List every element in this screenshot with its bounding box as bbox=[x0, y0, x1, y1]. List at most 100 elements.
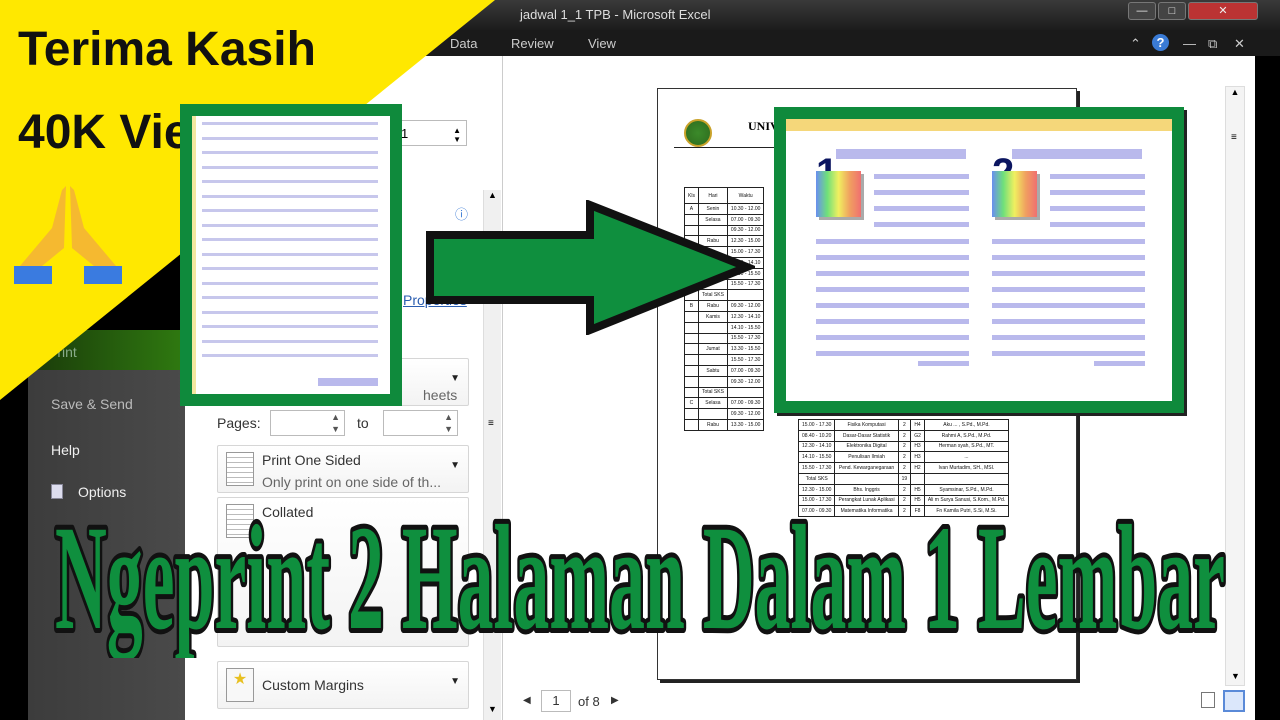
text-line bbox=[918, 361, 969, 366]
current-page-input[interactable]: 1 bbox=[541, 690, 571, 712]
custom-margins-star-icon: ★ bbox=[226, 668, 254, 702]
text-line bbox=[1094, 361, 1145, 366]
pages-from-input[interactable]: ▲ ▼ bbox=[270, 410, 345, 436]
table-cell: 09.30 - 12.00 bbox=[726, 375, 765, 388]
table-cell: Fisika Komputasi bbox=[834, 419, 899, 431]
text-line bbox=[202, 122, 378, 125]
praying-hands-icon bbox=[14, 186, 122, 284]
table-cell bbox=[726, 386, 765, 399]
text-line bbox=[202, 238, 378, 241]
text-line bbox=[1012, 149, 1142, 159]
table-cell: H3 bbox=[910, 451, 925, 464]
text-line bbox=[992, 351, 1145, 356]
headline: Ngeprint 2 Halaman Dalam 1 Lembar bbox=[50, 490, 1230, 658]
table-row: 15.00 - 17.30 Fisika Komputasi 2 H4 Aku ... … bbox=[797, 419, 1010, 431]
text-line bbox=[202, 325, 378, 328]
table-cell: Dasar-Dasar Statistik bbox=[834, 429, 899, 442]
table-cell: Elektronika Digital bbox=[834, 440, 899, 453]
pages-label: Pages: bbox=[217, 415, 261, 431]
table-cell: 2 bbox=[897, 429, 912, 442]
table-cell: 08.40 - 10.20 bbox=[797, 429, 836, 442]
table-cell: 07.00 - 09.30 bbox=[726, 364, 765, 377]
table-cell bbox=[910, 472, 925, 485]
collapse-ribbon-icon[interactable]: ⌃ bbox=[1130, 36, 1141, 52]
text-line bbox=[992, 271, 1145, 276]
sides-dropdown[interactable]: Print One Sided Only print on one side of… bbox=[217, 445, 469, 493]
text-line bbox=[992, 287, 1145, 292]
text-line bbox=[1050, 174, 1145, 179]
table-cell: 12.30 - 14.10 bbox=[797, 440, 836, 453]
text-line bbox=[874, 222, 969, 227]
next-page-button[interactable]: ▶ bbox=[611, 695, 619, 706]
help-icon[interactable]: ? bbox=[1152, 34, 1169, 51]
single-page-icon bbox=[180, 104, 402, 406]
text-line bbox=[992, 255, 1145, 260]
table-row: C Selasa 07.00 - 09.30 bbox=[684, 397, 765, 410]
text-line bbox=[992, 335, 1145, 340]
one-sided-icon bbox=[226, 452, 254, 486]
text-line bbox=[874, 206, 969, 211]
tab-view[interactable]: View bbox=[588, 36, 616, 51]
table-cell: Herman syah, S.Pd., MT. bbox=[923, 440, 1010, 453]
table-cell: C bbox=[684, 397, 699, 410]
text-line bbox=[992, 303, 1145, 308]
text-line bbox=[816, 255, 969, 260]
text-line bbox=[992, 319, 1145, 324]
table-cell bbox=[697, 375, 728, 388]
close-workbook-icon[interactable]: ✕ bbox=[1234, 36, 1245, 52]
table-cell: 14.10 - 15.50 bbox=[797, 451, 836, 464]
right-arrow-icon bbox=[426, 200, 755, 335]
table-cell: Selasa bbox=[697, 397, 728, 410]
table-row: 15.50 - 17.30 Pend. Kewarganegaraan 2 H2 Iva… bbox=[797, 462, 1010, 474]
table-row: 14.10 - 15.50 Penulisan Ilmiah 2 H3... bbox=[797, 451, 1010, 464]
close-button[interactable]: ✕ bbox=[1188, 2, 1258, 20]
text-line bbox=[202, 267, 378, 270]
restore-workbook-icon[interactable]: ⧉ bbox=[1208, 36, 1217, 52]
table-row: 09.30 - 12.00 bbox=[684, 408, 765, 420]
menu-help[interactable]: Help bbox=[51, 442, 80, 458]
table-row: Sabtu 07.00 - 09.30 bbox=[684, 364, 765, 377]
prev-page-button[interactable]: ◀ bbox=[523, 695, 531, 706]
to-label: to bbox=[357, 415, 369, 431]
table-row: Total SKS bbox=[684, 386, 765, 399]
tab-data[interactable]: Data bbox=[450, 36, 477, 51]
zoom-to-page-icon[interactable] bbox=[1223, 690, 1245, 712]
table-cell: 07.00 - 09.30 bbox=[726, 397, 765, 410]
table-cell bbox=[684, 375, 699, 388]
minimize-workbook-icon[interactable]: — bbox=[1183, 36, 1196, 51]
table-cell: Sabtu bbox=[697, 364, 728, 377]
table-row: 12.30 - 14.10 Elektronika Digital 2 H3 Herma… bbox=[797, 440, 1010, 453]
table-cell: 13.30 - 15.00 bbox=[726, 418, 765, 431]
text-line bbox=[1050, 206, 1145, 211]
table-row: 15.50 - 17.30 bbox=[684, 354, 765, 366]
table-cell bbox=[697, 354, 728, 366]
show-margins-icon[interactable] bbox=[1201, 692, 1215, 708]
table-cell: ... bbox=[923, 451, 1010, 464]
table-cell: 09.30 - 12.00 bbox=[726, 408, 765, 420]
table-row: 08.40 - 10.20 Dasar-Dasar Statistik 2 G2 Rah… bbox=[797, 429, 1010, 442]
table-cell bbox=[923, 472, 1010, 485]
maximize-button[interactable]: □ bbox=[1158, 2, 1186, 20]
table-cell: 2 bbox=[897, 451, 912, 464]
copies-input[interactable]: 1 ▲ ▼ bbox=[395, 120, 467, 146]
page-navigation: ◀ 1 of 8 ▶ bbox=[503, 688, 1255, 718]
text-line bbox=[816, 287, 969, 292]
margins-dropdown[interactable]: ★ Custom Margins ▼ bbox=[217, 661, 469, 709]
table-cell bbox=[684, 364, 699, 377]
table-cell: H3 bbox=[910, 440, 925, 453]
text-line bbox=[1050, 222, 1145, 227]
pages-to-input[interactable]: ▲ ▼ bbox=[383, 410, 458, 436]
table-cell: 19 bbox=[897, 472, 912, 485]
menu-save-send[interactable]: Save & Send bbox=[51, 396, 133, 412]
text-line bbox=[874, 190, 969, 195]
table-cell bbox=[834, 472, 899, 485]
table-cell bbox=[684, 343, 699, 356]
table-cell: 2 bbox=[897, 419, 912, 431]
table-cell: Jumat bbox=[697, 343, 728, 356]
table-cell: 2 bbox=[897, 462, 912, 474]
text-line bbox=[874, 174, 969, 179]
tab-review[interactable]: Review bbox=[511, 36, 554, 51]
minimize-button[interactable]: — bbox=[1128, 2, 1156, 20]
page-2-color-icon bbox=[992, 171, 1037, 217]
table-cell: 15.50 - 17.30 bbox=[726, 354, 765, 366]
